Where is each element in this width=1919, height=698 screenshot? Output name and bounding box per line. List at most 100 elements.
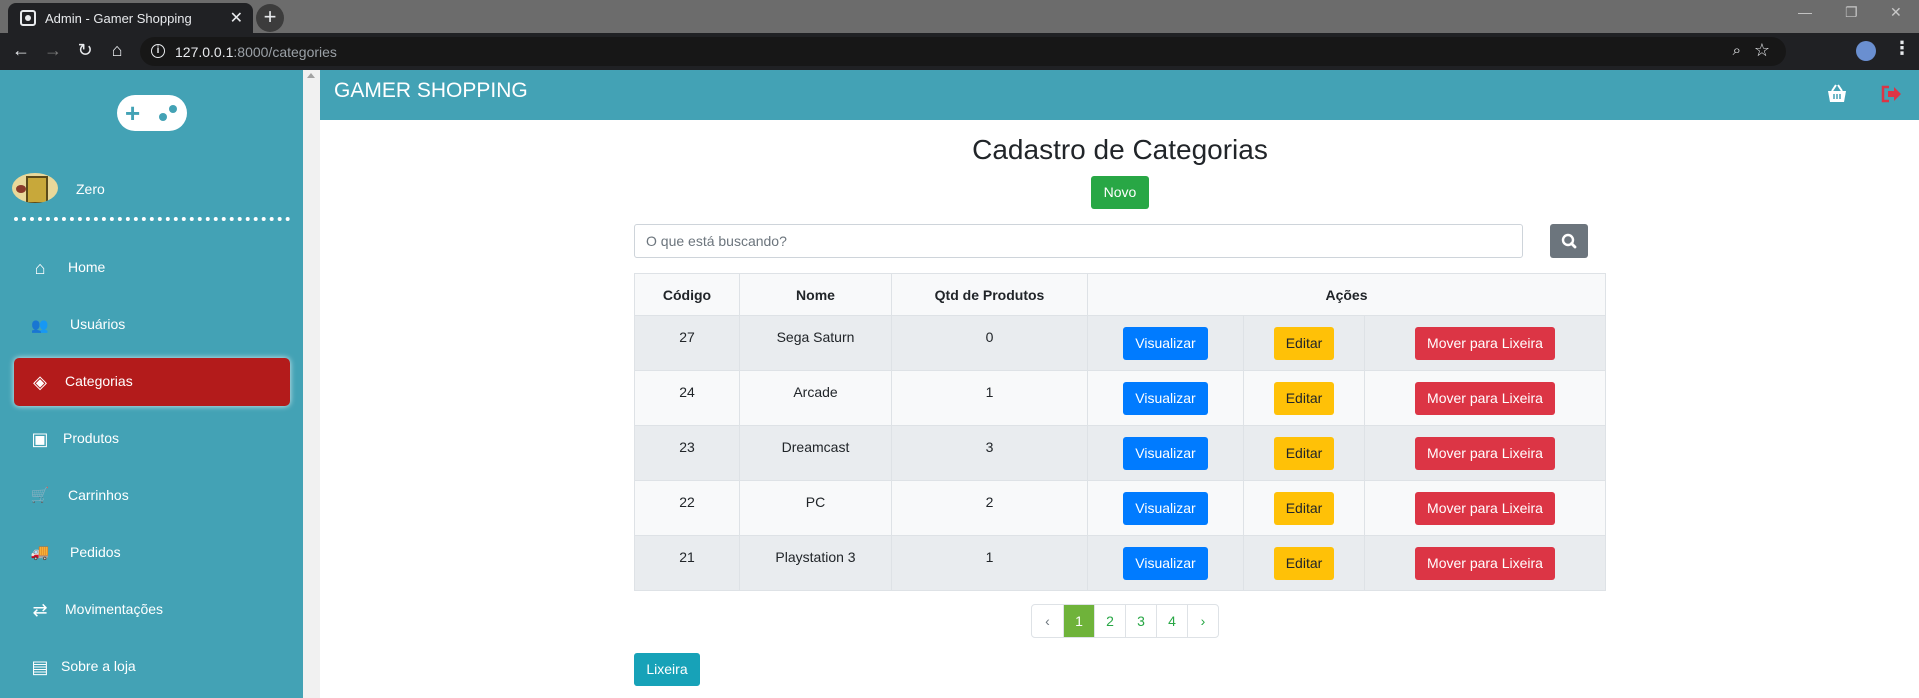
pagination-next[interactable]: › — [1187, 605, 1218, 637]
basket-icon[interactable] — [1826, 84, 1848, 104]
sidebar-item-produtos[interactable]: ▣ Produtos — [14, 415, 290, 463]
cell-code: 23 — [634, 425, 740, 481]
address-toolbar: ← → ↻ ⌂ i 127.0.0.1:8000/categories ⌕ ☆ … — [0, 33, 1919, 94]
column-header-codigo[interactable]: Código — [634, 273, 740, 316]
cell-name: PC — [739, 480, 892, 536]
search-icon — [1561, 233, 1577, 249]
move-to-trash-button[interactable]: Mover para Lixeira — [1415, 326, 1555, 360]
cubes-icon: ◈ — [33, 372, 47, 392]
sidebar-item-label: Usuários — [70, 316, 126, 332]
move-to-trash-button[interactable]: Mover para Lixeira — [1415, 491, 1555, 525]
table-row: 23 Dreamcast 3 Visualizar Editar Mover p… — [634, 425, 1606, 481]
cell-name: Playstation 3 — [739, 535, 892, 591]
tab-title: Admin - Gamer Shopping — [45, 11, 192, 26]
cell-name: Sega Saturn — [739, 315, 892, 371]
categories-table: Código Nome Qtd de Produtos Ações 27 Seg… — [634, 273, 1606, 591]
cell-qty: 2 — [891, 480, 1088, 536]
pagination-page[interactable]: 2 — [1094, 605, 1125, 637]
new-category-button[interactable]: Novo — [1091, 176, 1149, 209]
view-button[interactable]: Visualizar — [1123, 546, 1208, 580]
tab-close-icon[interactable]: ✕ — [230, 8, 243, 28]
sidebar-item-movimentacoes[interactable]: ⇄ Movimentações — [14, 586, 290, 634]
sidebar-item-sobre-a-loja[interactable]: ▤ Sobre a loja — [14, 643, 290, 691]
divider — [14, 217, 290, 221]
minimize-icon[interactable]: — — [1798, 4, 1812, 20]
edit-button[interactable]: Editar — [1273, 381, 1335, 415]
column-header-nome[interactable]: Nome — [739, 273, 892, 316]
table-row: 24 Arcade 1 Visualizar Editar Mover para… — [634, 370, 1606, 426]
view-button[interactable]: Visualizar — [1123, 326, 1208, 360]
table-row: 27 Sega Saturn 0 Visualizar Editar Mover… — [634, 315, 1606, 371]
reload-icon[interactable]: ↻ — [74, 40, 96, 61]
edit-button[interactable]: Editar — [1273, 491, 1335, 525]
move-to-trash-button[interactable]: Mover para Lixeira — [1415, 381, 1555, 415]
window-close-icon[interactable]: ✕ — [1890, 4, 1902, 21]
column-header-acoes: Ações — [1087, 273, 1606, 316]
favicon-icon — [20, 10, 36, 26]
view-button[interactable]: Visualizar — [1123, 436, 1208, 470]
file-icon: ▤ — [31, 657, 49, 677]
move-to-trash-button[interactable]: Mover para Lixeira — [1415, 546, 1555, 580]
home-browser-icon[interactable]: ⌂ — [106, 40, 128, 61]
sidebar-item-label: Produtos — [63, 430, 120, 446]
cell-name: Arcade — [739, 370, 892, 426]
pagination-prev[interactable]: ‹ — [1032, 605, 1063, 637]
sidebar-item-categorias[interactable]: ◈ Categorias — [14, 358, 290, 406]
table-row: 22 PC 2 Visualizar Editar Mover para Lix… — [634, 480, 1606, 536]
cell-code: 24 — [634, 370, 740, 426]
forward-icon[interactable]: → — [42, 40, 64, 61]
column-header-qtd[interactable]: Qtd de Produtos — [891, 273, 1088, 316]
top-navbar: GAMER SHOPPING — [320, 70, 1919, 120]
view-button[interactable]: Visualizar — [1123, 491, 1208, 525]
browser-menu-icon[interactable]: ⋮ — [1893, 38, 1911, 59]
sidebar-scrollbar[interactable] — [303, 70, 320, 698]
cart-icon: 🛒 — [30, 487, 50, 504]
brand-title[interactable]: GAMER SHOPPING — [334, 79, 528, 103]
new-tab-button[interactable]: + — [256, 4, 284, 32]
home-icon: ⌂ — [34, 258, 46, 278]
table-header-row: Código Nome Qtd de Produtos Ações — [634, 273, 1606, 316]
browser-tab[interactable]: Admin - Gamer Shopping ✕ — [8, 3, 253, 33]
bookmark-star-icon[interactable]: ☆ — [1754, 40, 1770, 61]
user-name: Zero — [76, 181, 105, 197]
sidebar-item-carrinhos[interactable]: 🛒 Carrinhos — [14, 472, 290, 520]
search-button[interactable] — [1550, 224, 1588, 258]
site-info-icon[interactable]: i — [151, 44, 165, 58]
cell-code: 22 — [634, 480, 740, 536]
gamepad-logo-icon: + — [117, 95, 187, 131]
url-text: 127.0.0.1:8000/categories — [175, 44, 337, 60]
pagination-page[interactable]: 3 — [1125, 605, 1156, 637]
back-icon[interactable]: ← — [10, 40, 32, 61]
move-to-trash-button[interactable]: Mover para Lixeira — [1415, 436, 1555, 470]
sidebar-item-label: Movimentações — [65, 601, 164, 617]
trash-button[interactable]: Lixeira — [634, 653, 700, 686]
cell-name: Dreamcast — [739, 425, 892, 481]
address-bar[interactable]: i 127.0.0.1:8000/categories ⌕ ☆ — [140, 37, 1786, 66]
cell-qty: 1 — [891, 370, 1088, 426]
page-title: Cadastro de Categorias — [972, 134, 1268, 165]
avatar — [12, 173, 58, 203]
sidebar-item-home[interactable]: ⌂ Home — [14, 244, 290, 292]
edit-button[interactable]: Editar — [1273, 326, 1335, 360]
search-input[interactable]: O que está buscando? — [634, 224, 1523, 258]
profile-avatar-icon[interactable] — [1856, 41, 1876, 61]
sidebar-item-pedidos[interactable]: 🚚 Pedidos — [14, 529, 290, 577]
edit-button[interactable]: Editar — [1273, 436, 1335, 470]
edit-button[interactable]: Editar — [1273, 546, 1335, 580]
truck-icon: 🚚 — [30, 544, 50, 561]
pagination-page[interactable]: 1 — [1063, 605, 1094, 637]
table-row: 21 Playstation 3 1 Visualizar Editar Mov… — [634, 535, 1606, 591]
sidebar: + Zero ⌂ Home 👥 Usuários ◈ Categorias ▣ … — [0, 70, 303, 698]
view-button[interactable]: Visualizar — [1123, 381, 1208, 415]
users-icon: 👥 — [31, 317, 49, 333]
logout-icon[interactable] — [1880, 84, 1902, 104]
sidebar-item-label: Carrinhos — [68, 487, 129, 503]
cell-qty: 0 — [891, 315, 1088, 371]
sidebar-item-label: Home — [68, 259, 106, 275]
sidebar-item-usuarios[interactable]: 👥 Usuários — [14, 301, 290, 349]
cell-code: 27 — [634, 315, 740, 371]
zoom-icon[interactable]: ⌕ — [1733, 42, 1741, 59]
pagination-page[interactable]: 4 — [1156, 605, 1187, 637]
restore-icon[interactable]: ❐ — [1845, 4, 1858, 21]
scroll-up-arrow-icon[interactable] — [307, 73, 315, 78]
